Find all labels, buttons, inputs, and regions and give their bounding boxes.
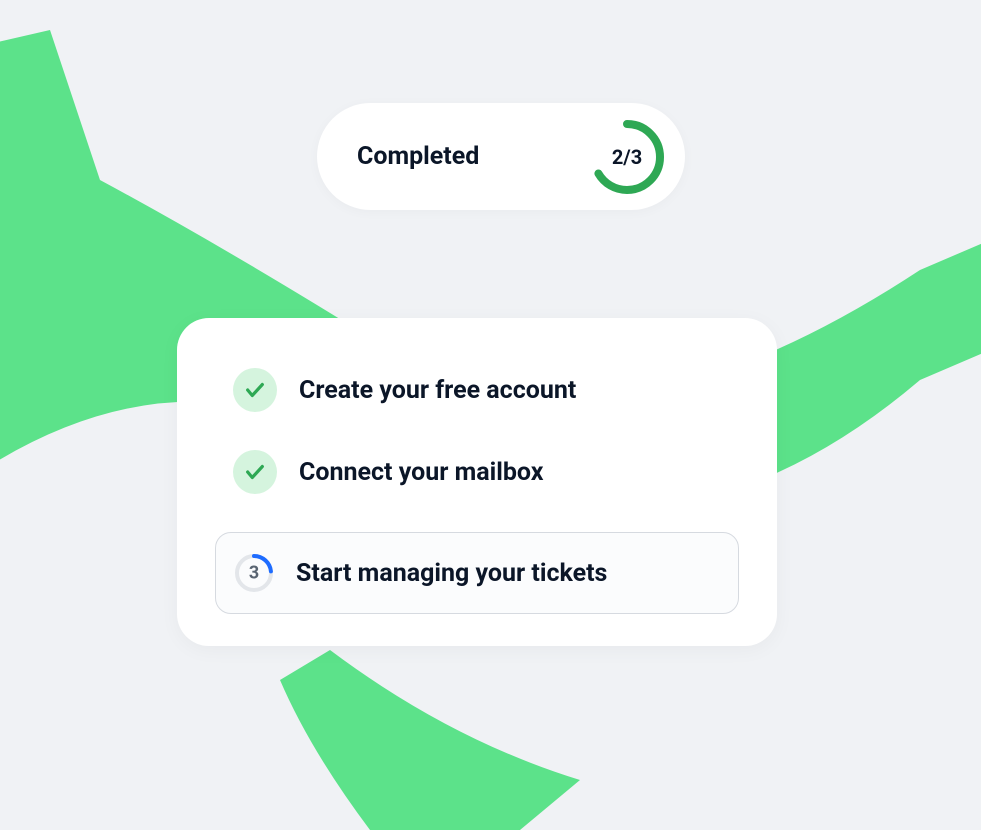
step-label: Connect your mailbox <box>299 458 543 487</box>
completed-badge: Completed 2/3 <box>317 103 685 210</box>
progress-count: 2/3 <box>612 145 642 169</box>
step-item-connect-mailbox: Connect your mailbox <box>215 450 739 494</box>
step-label: Create your free account <box>299 376 576 405</box>
check-icon <box>233 368 277 412</box>
step-item-create-account: Create your free account <box>215 368 739 412</box>
completed-label: Completed <box>357 142 479 171</box>
step-label: Start managing your tickets <box>296 559 607 588</box>
steps-card: Create your free account Connect your ma… <box>177 318 777 646</box>
step-number: 3 <box>249 563 259 584</box>
step-item-manage-tickets[interactable]: 3 Start managing your tickets <box>215 532 739 614</box>
check-icon <box>233 450 277 494</box>
step-number-ring: 3 <box>234 553 274 593</box>
progress-ring: 2/3 <box>587 117 667 197</box>
